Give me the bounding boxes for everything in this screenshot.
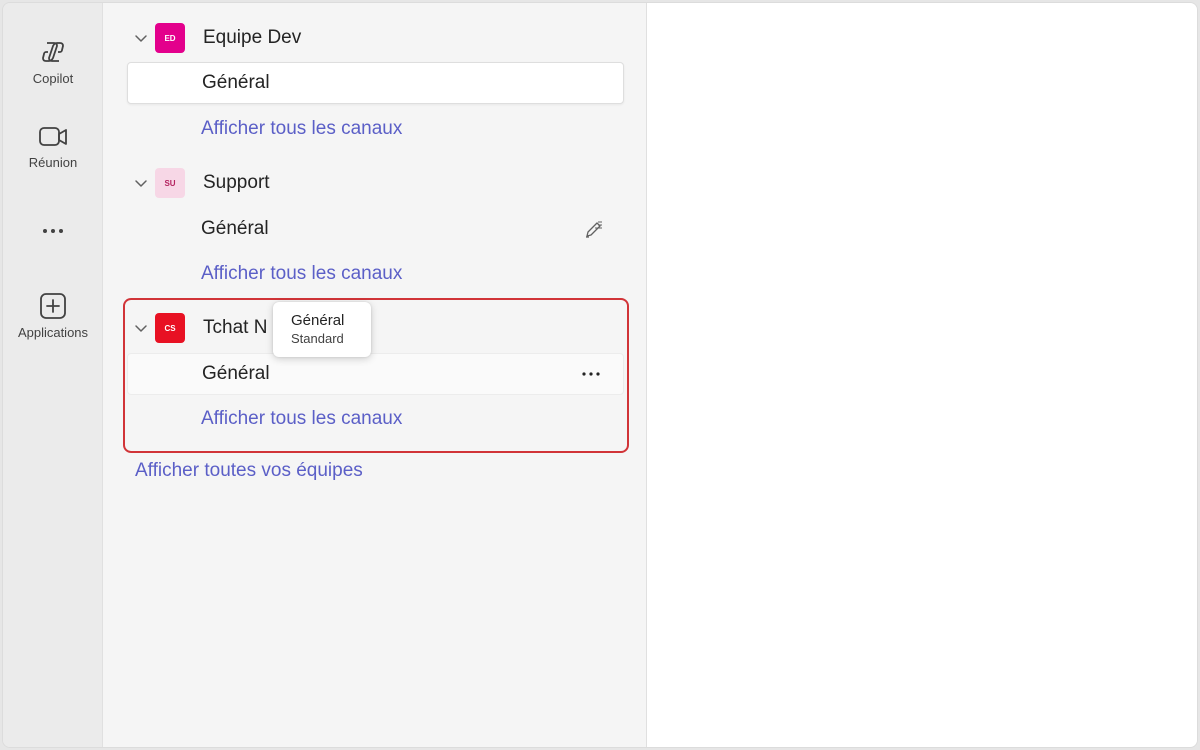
show-all-channels-link[interactable]: Afficher tous les canaux	[201, 118, 402, 140]
team-row-tchat[interactable]: CS Tchat N	[127, 310, 623, 346]
add-apps-icon	[40, 293, 66, 319]
rail-item-meeting[interactable]: Réunion	[3, 123, 103, 170]
chevron-down-icon	[135, 325, 147, 332]
channel-general-equipe-dev[interactable]: Général	[127, 62, 624, 104]
rail-item-label: Réunion	[28, 155, 78, 170]
tooltip-title: Général	[291, 312, 345, 329]
team-row-equipe-dev[interactable]: ED Equipe Dev	[127, 20, 623, 56]
app-rail: Copilot Réunion Applications	[3, 3, 103, 747]
rail-item-label: Applications	[17, 325, 89, 340]
main-content	[647, 3, 1197, 747]
show-all-teams-link[interactable]: Afficher toutes vos équipes	[135, 460, 363, 482]
tooltip-subtitle: Standard	[291, 331, 344, 346]
copilot-icon	[42, 42, 64, 62]
team-avatar: SU	[155, 168, 185, 198]
video-camera-icon	[39, 127, 67, 146]
channel-name: Général	[201, 218, 269, 239]
more-icon	[582, 372, 600, 376]
rail-item-more[interactable]	[3, 219, 103, 247]
rail-item-label: Copilot	[32, 71, 74, 86]
rail-item-copilot[interactable]: Copilot	[3, 37, 103, 86]
compose-icon	[586, 221, 602, 238]
team-name: Support	[203, 172, 270, 193]
team-avatar: ED	[155, 23, 185, 53]
channel-name: Général	[202, 363, 270, 384]
team-name: Tchat N	[203, 317, 268, 338]
channel-name: Général	[202, 72, 270, 93]
compose-button[interactable]	[584, 208, 604, 250]
rail-item-apps[interactable]: Applications	[3, 291, 103, 340]
team-name: Equipe Dev	[203, 27, 302, 48]
teams-pane: ED Equipe Dev Général Afficher tous les …	[103, 3, 647, 747]
teams-window: Copilot Réunion Applications ED Equipe D…	[2, 2, 1198, 748]
team-avatar: CS	[155, 313, 185, 343]
channel-general-tchat[interactable]: Général	[127, 353, 624, 395]
show-all-channels-link[interactable]: Afficher tous les canaux	[201, 263, 402, 285]
more-icon	[43, 229, 63, 233]
channel-general-support[interactable]: Général	[127, 208, 624, 250]
channel-more-options-button[interactable]	[579, 354, 603, 394]
team-row-support[interactable]: SU Support	[127, 165, 623, 201]
show-all-channels-link[interactable]: Afficher tous les canaux	[201, 408, 402, 430]
channel-tooltip: Général Standard	[273, 302, 371, 357]
chevron-down-icon	[135, 180, 147, 187]
chevron-down-icon	[135, 35, 147, 42]
